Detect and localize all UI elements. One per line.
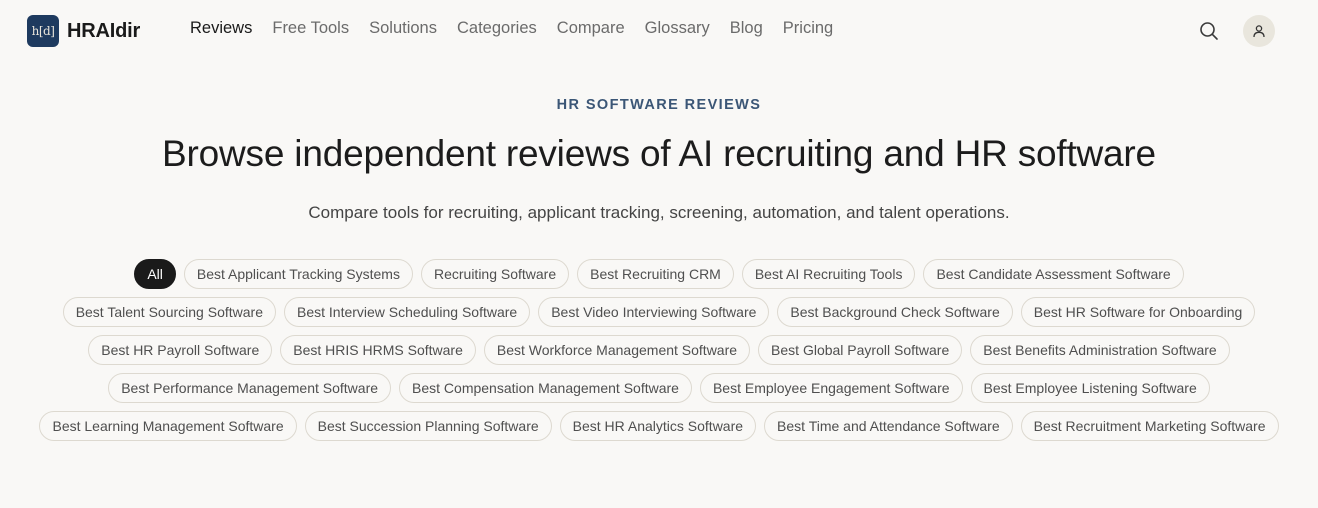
filter-chip[interactable]: Best Applicant Tracking Systems (183, 259, 413, 289)
filter-chip[interactable]: Best Recruiting CRM (577, 259, 734, 289)
filter-chip[interactable]: Best Background Check Software (777, 297, 1013, 327)
filter-chip[interactable]: Best Interview Scheduling Software (283, 297, 531, 327)
brand-logo[interactable]: h[d] HRAIdir (27, 15, 140, 47)
nav-blog[interactable]: Blog (730, 19, 763, 38)
section-eyebrow: HR SOFTWARE REVIEWS (556, 97, 762, 113)
nav-pricing[interactable]: Pricing (783, 19, 833, 38)
search-icon (1200, 22, 1218, 40)
filter-chip[interactable]: Best HR Software for Onboarding (1020, 297, 1256, 327)
filter-chip[interactable]: Best Talent Sourcing Software (62, 297, 276, 327)
logo-mark: h[d] (27, 15, 59, 47)
filter-chip[interactable]: Best Benefits Administration Software (970, 335, 1230, 365)
filter-chip[interactable]: Best Recruitment Marketing Software (1020, 411, 1279, 441)
filter-chip[interactable]: Best Compensation Management Software (399, 373, 692, 403)
main-nav: Reviews Free Tools Solutions Categories … (190, 19, 853, 38)
filter-chip[interactable]: Best Employee Engagement Software (699, 373, 963, 403)
nav-glossary[interactable]: Glossary (645, 19, 710, 38)
category-filter-list: All Best Applicant Tracking Systems Recrui… (24, 259, 1294, 441)
filter-chip[interactable]: Recruiting Software (420, 259, 570, 289)
nav-categories[interactable]: Categories (457, 19, 537, 38)
filter-chip[interactable]: Best Employee Listening Software (970, 373, 1210, 403)
filter-chip[interactable]: Best Performance Management Software (108, 373, 392, 403)
filter-chip[interactable]: Best Time and Attendance Software (764, 411, 1013, 441)
nav-solutions[interactable]: Solutions (369, 19, 437, 38)
user-icon (1253, 25, 1265, 38)
nav-free-tools[interactable]: Free Tools (272, 19, 349, 38)
nav-compare[interactable]: Compare (557, 19, 625, 38)
page-subtitle: Compare tools for recruiting, applicant … (308, 203, 1010, 222)
filter-chip[interactable]: Best HRIS HRMS Software (280, 335, 476, 365)
brand-name: HRAIdir (67, 19, 141, 42)
filter-chip[interactable]: Best Video Interviewing Software (538, 297, 770, 327)
account-button[interactable] (1243, 15, 1275, 47)
filter-chip[interactable]: Best Candidate Assessment Software (923, 259, 1184, 289)
nav-reviews[interactable]: Reviews (190, 19, 252, 38)
search-button[interactable] (1196, 18, 1222, 44)
filter-chip[interactable]: All (134, 259, 176, 289)
page-title: Browse independent reviews of AI recruit… (162, 133, 1156, 174)
filter-chip[interactable]: Best Succession Planning Software (304, 411, 552, 441)
filter-chip[interactable]: Best Workforce Management Software (483, 335, 751, 365)
site-header: h[d] HRAIdir Reviews Free Tools Solution… (0, 0, 1318, 62)
filter-chip[interactable]: Best AI Recruiting Tools (741, 259, 916, 289)
filter-chip[interactable]: Best Global Payroll Software (758, 335, 963, 365)
filter-chip[interactable]: Best Learning Management Software (39, 411, 297, 441)
filter-chip[interactable]: Best HR Analytics Software (559, 411, 757, 441)
filter-chip[interactable]: Best HR Payroll Software (88, 335, 273, 365)
